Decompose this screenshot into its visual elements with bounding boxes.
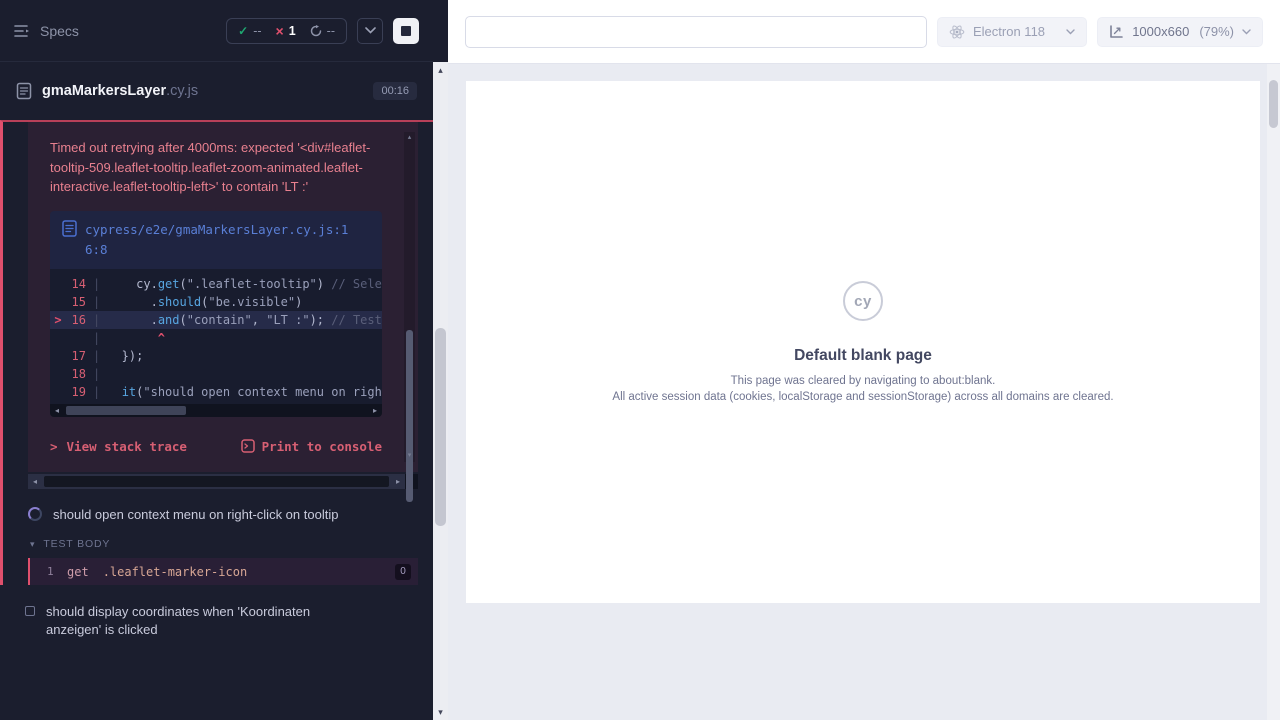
stop-button[interactable] <box>393 18 419 44</box>
error-vscroll-thumb[interactable] <box>406 330 413 502</box>
viewport-zoom: (79%) <box>1199 24 1234 39</box>
chevron-down-icon: ▾ <box>30 539 35 550</box>
code-line: 19| it("should open context menu on righ <box>50 383 382 401</box>
code-hscroll-track[interactable] <box>64 404 368 417</box>
spec-name-base: gmaMarkersLayer <box>42 83 166 99</box>
test-stats[interactable]: ✓ -- × 1 -- <box>226 18 347 44</box>
reporter-topbar: Specs ✓ -- × 1 -- <box>0 0 433 62</box>
code-lines: 14| cy.get(".leaflet-tooltip") // Sele15… <box>50 269 382 404</box>
cypress-app: Specs ✓ -- × 1 -- <box>0 0 1280 720</box>
blank-page-message-1: This page was cleared by navigating to a… <box>731 375 996 387</box>
test-body-label: TEST BODY <box>43 538 110 550</box>
sidebar-vscroll-thumb[interactable] <box>435 328 446 526</box>
command-log-row[interactable]: 1 get .leaflet-marker-icon 0 <box>28 558 418 585</box>
error-hscroll-track[interactable] <box>42 474 391 489</box>
error-message: Timed out retrying after 4000ms: expecte… <box>50 138 398 197</box>
page-vertical-scrollbar[interactable] <box>1267 64 1280 720</box>
scroll-left-icon[interactable]: ◂ <box>28 474 42 489</box>
scroll-up-icon[interactable]: ▴ <box>433 63 448 77</box>
fail-icon: × <box>276 25 284 37</box>
view-stack-trace-label: View stack trace <box>67 439 187 454</box>
specs-title: Specs <box>40 23 79 39</box>
scroll-down-icon[interactable]: ▾ <box>433 705 448 719</box>
browser-label: Electron 118 <box>973 24 1045 39</box>
code-line: 15| .should("be.visible") <box>50 293 382 311</box>
code-frame-link[interactable]: cypress/e2e/gmaMarkersLayer.cy.js:16:8 <box>85 220 351 260</box>
file-icon <box>62 220 77 237</box>
spec-name: gmaMarkersLayer.cy.js <box>42 82 198 100</box>
stat-pending: -- <box>310 24 335 38</box>
scroll-down-icon[interactable]: ▾ <box>404 451 415 461</box>
page-vscroll-thumb[interactable] <box>1269 80 1278 128</box>
code-frame-header: cypress/e2e/gmaMarkersLayer.cy.js:16:8 <box>50 211 382 269</box>
error-horizontal-scrollbar[interactable]: ◂ ▸ <box>28 474 418 489</box>
spinner-icon <box>28 507 42 521</box>
code-hscroll-thumb[interactable] <box>66 406 186 415</box>
error-hscroll-thumb[interactable] <box>44 476 389 487</box>
scroll-right-icon[interactable]: ▸ <box>368 404 382 417</box>
failed-count: 1 <box>289 24 296 38</box>
scroll-up-icon[interactable]: ▴ <box>404 133 415 143</box>
spec-file-icon[interactable] <box>16 82 32 100</box>
elements-count-badge: 0 <box>395 564 411 580</box>
blank-page: cy Default blank page This page was clea… <box>466 81 1260 603</box>
error-vertical-scrollbar[interactable]: ▴ ▾ <box>404 132 415 462</box>
code-line: 17| }); <box>50 347 382 365</box>
error-actions: > View stack trace Print to console <box>50 439 382 454</box>
blank-page-title: Default blank page <box>794 347 932 365</box>
aut-area: Electron 118 1000x660 (79%) cy <box>448 0 1280 720</box>
reporter-sidebar: Specs ✓ -- × 1 -- <box>0 0 448 720</box>
command-method: get <box>67 565 89 579</box>
browser-icon <box>949 24 965 40</box>
test-body-section[interactable]: ▾ TEST BODY <box>3 523 433 550</box>
chevron-right-icon: > <box>50 439 58 454</box>
code-frame: cypress/e2e/gmaMarkersLayer.cy.js:16:8 1… <box>50 211 382 417</box>
print-to-console-button[interactable]: Print to console <box>241 439 382 454</box>
console-icon <box>241 439 255 453</box>
pending-icon <box>310 25 322 37</box>
failed-test-block: Timed out retrying after 4000ms: expecte… <box>0 120 433 585</box>
command-number: 1 <box>47 565 63 578</box>
cypress-logo: cy <box>843 281 883 321</box>
collapse-runs-button[interactable] <box>357 18 383 44</box>
spec-name-ext: .cy.js <box>166 83 198 99</box>
error-panel: Timed out retrying after 4000ms: expecte… <box>28 122 418 472</box>
aut-viewport: cy Default blank page This page was clea… <box>448 64 1280 720</box>
pending-test-title: should display coordinates when 'Koordin… <box>46 603 367 638</box>
spec-header: gmaMarkersLayer.cy.js 00:16 <box>0 62 433 120</box>
scroll-right-icon[interactable]: ▸ <box>391 474 405 489</box>
aut-header: Electron 118 1000x660 (79%) <box>448 0 1280 64</box>
pending-count: -- <box>327 24 335 38</box>
stat-failed: × 1 <box>276 24 296 38</box>
chevron-down-icon <box>1242 29 1251 35</box>
aut-iframe[interactable]: cy Default blank page This page was clea… <box>466 81 1260 603</box>
print-to-console-label: Print to console <box>262 439 382 454</box>
code-line: 18| <box>50 365 382 383</box>
blank-page-message-2: All active session data (cookies, localS… <box>612 391 1113 403</box>
passed-count: -- <box>253 24 261 38</box>
scroll-left-icon[interactable]: ◂ <box>50 404 64 417</box>
code-line: >16| .and("contain", "LT :"); // Test <box>50 311 382 329</box>
code-horizontal-scrollbar[interactable]: ◂ ▸ <box>50 404 382 417</box>
specs-list-icon[interactable] <box>14 24 30 38</box>
running-test-item[interactable]: should open context menu on right-click … <box>3 489 433 524</box>
stat-passed: ✓ -- <box>238 24 261 38</box>
pending-test-item[interactable]: should display coordinates when 'Koordin… <box>0 585 433 638</box>
sidebar-vertical-scrollbar[interactable]: ▴ ▾ <box>433 62 448 720</box>
code-line: 14| cy.get(".leaflet-tooltip") // Sele <box>50 275 382 293</box>
running-test-title: should open context menu on right-click … <box>53 506 338 524</box>
chevron-down-icon <box>1066 29 1075 35</box>
code-line: | ^ <box>50 329 382 347</box>
check-icon: ✓ <box>238 24 248 38</box>
view-stack-trace-link[interactable]: > View stack trace <box>50 439 187 454</box>
command-selector: .leaflet-marker-icon <box>103 565 248 579</box>
viewport-size: 1000x660 <box>1132 24 1189 39</box>
viewport-icon <box>1109 24 1124 39</box>
url-input[interactable] <box>465 16 927 48</box>
spec-duration: 00:16 <box>373 82 417 100</box>
stop-icon <box>401 26 411 36</box>
browser-selector[interactable]: Electron 118 <box>937 17 1087 47</box>
pending-test-icon <box>25 606 35 616</box>
viewport-selector[interactable]: 1000x660 (79%) <box>1097 17 1263 47</box>
